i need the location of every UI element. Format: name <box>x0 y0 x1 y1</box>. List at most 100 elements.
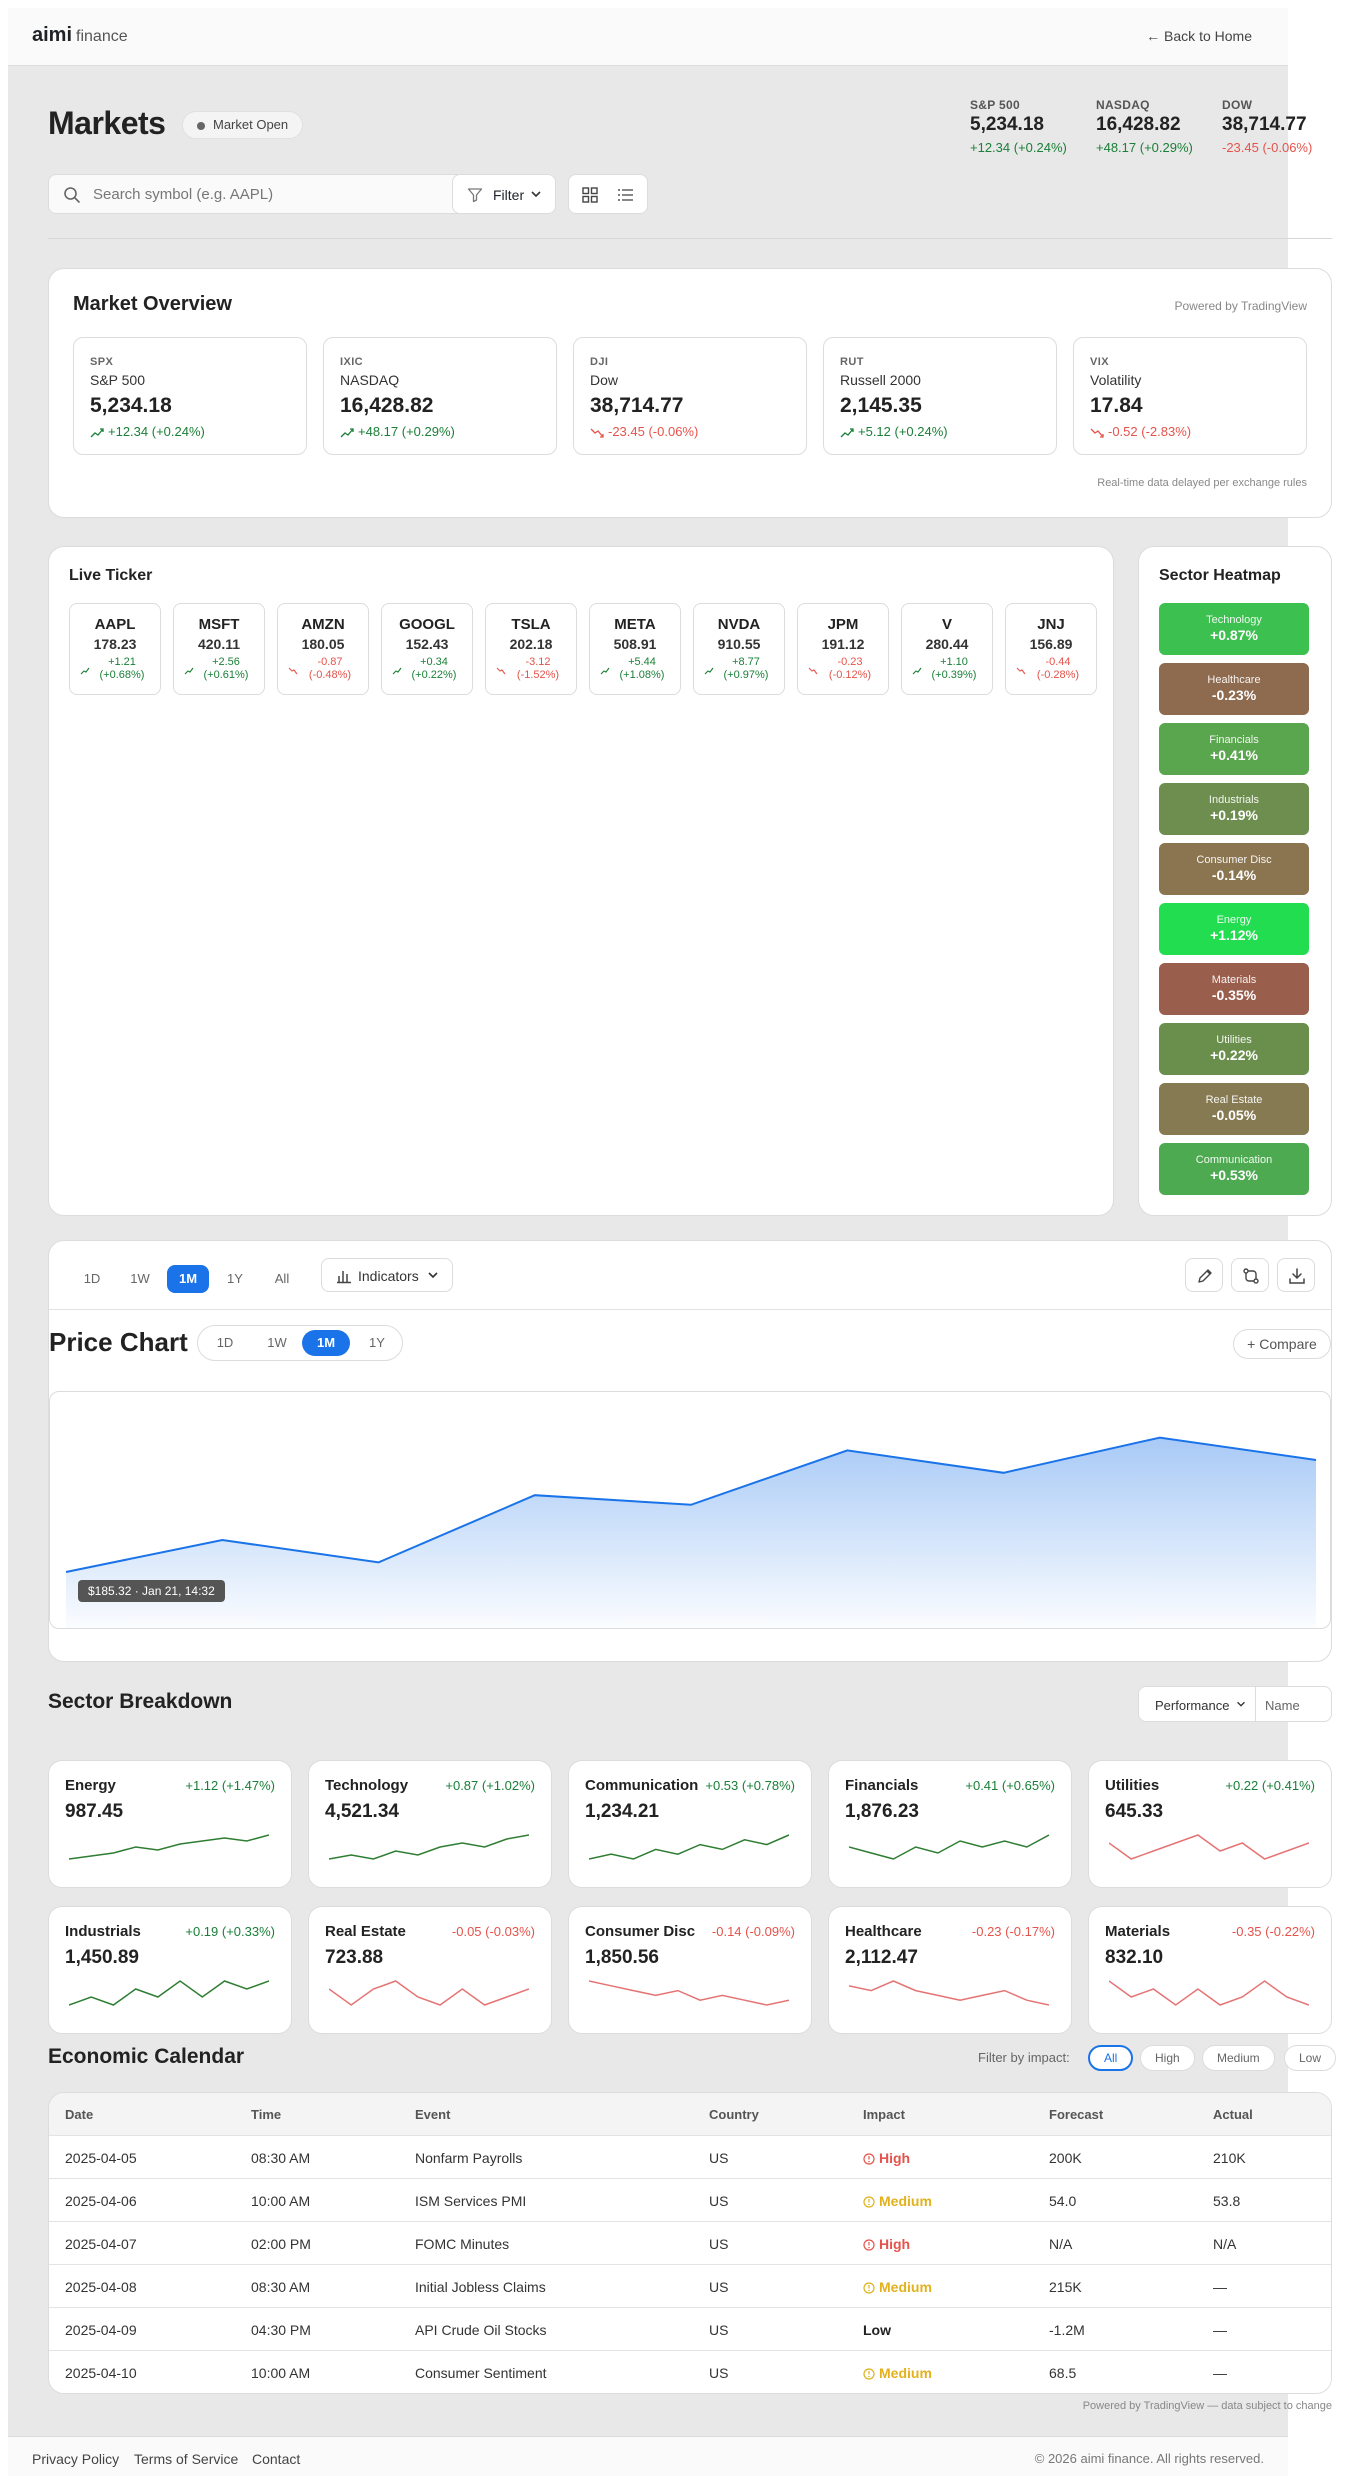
sector-card[interactable]: Utilities +0.22 (+0.41%) 645.33 <box>1088 1760 1332 1888</box>
ticker-tile[interactable]: JPM 191.12 -0.23 (-0.12%) <box>797 603 889 695</box>
index-card[interactable]: VIX Volatility 17.84 -0.52 (-2.83%) <box>1073 337 1307 455</box>
sector-card[interactable]: Healthcare -0.23 (-0.17%) 2,112.47 <box>828 1906 1072 2034</box>
ticker-tile[interactable]: AMZN 180.05 -0.87 (-0.48%) <box>277 603 369 695</box>
terms-of-service-link[interactable]: Terms of Service <box>134 2451 238 2467</box>
impact-filter-high[interactable]: High <box>1140 2045 1195 2071</box>
range-button-1d[interactable]: 1D <box>73 1265 111 1293</box>
chart-range-1m[interactable]: 1M <box>302 1330 350 1356</box>
index-symbol: VIX <box>1090 356 1109 368</box>
ticker-symbol: MSFT <box>198 616 240 633</box>
heatmap-cell[interactable]: Industrials +0.19% <box>1159 783 1309 835</box>
draw-tool-button[interactable] <box>1185 1258 1223 1292</box>
heatmap-cell[interactable]: Healthcare -0.23% <box>1159 663 1309 715</box>
index-summary: NASDAQ 16,428.82 +48.17 (+0.29%) <box>1096 98 1193 155</box>
table-row[interactable]: 2025-04-08 08:30 AM Initial Jobless Claims… <box>49 2265 1331 2308</box>
range-button-1m[interactable]: 1M <box>167 1265 209 1293</box>
indicators-button[interactable]: Indicators <box>321 1258 453 1292</box>
index-card[interactable]: DJI Dow 38,714.77 -23.45 (-0.06%) <box>573 337 807 455</box>
grid-view-icon[interactable] <box>581 186 599 204</box>
sort-selector[interactable]: Performance Name <box>1138 1686 1332 1722</box>
index-card[interactable]: RUT Russell 2000 2,145.35 +5.12 (+0.24%) <box>823 337 1057 455</box>
sort-performance-option[interactable]: Performance <box>1155 1698 1229 1713</box>
chart-range-1d[interactable]: 1D <box>202 1330 248 1356</box>
ticker-tile[interactable]: TSLA 202.18 -3.12 (-1.52%) <box>485 603 577 695</box>
index-change-text: +48.17 (+0.29%) <box>358 424 455 439</box>
list-view-icon[interactable] <box>617 186 635 204</box>
index-name: DOW <box>1222 98 1253 112</box>
heatmap-cell[interactable]: Real Estate -0.05% <box>1159 1083 1309 1135</box>
range-button-1w[interactable]: 1W <box>121 1265 159 1293</box>
sector-card[interactable]: Real Estate -0.05 (-0.03%) 723.88 <box>308 1906 552 2034</box>
index-value: 5,234.18 <box>970 114 1044 135</box>
sector-card[interactable]: Materials -0.35 (-0.22%) 832.10 <box>1088 1906 1332 2034</box>
sector-card[interactable]: Communication +0.53 (+0.78%) 1,234.21 <box>568 1760 812 1888</box>
chevron-down-icon <box>1237 1701 1245 1707</box>
ticker-tile[interactable]: AAPL 178.23 +1.21 (+0.68%) <box>69 603 161 695</box>
heatmap-sector-value: -0.05% <box>1211 1107 1257 1123</box>
ticker-tile[interactable]: NVDA 910.55 +8.77 (+0.97%) <box>693 603 785 695</box>
impact-cell: Medium <box>863 2279 932 2295</box>
heatmap-cell[interactable]: Consumer Disc -0.14% <box>1159 843 1309 895</box>
compare-button[interactable]: + Compare <box>1233 1329 1331 1359</box>
ticker-tile[interactable]: GOOGL 152.43 +0.34 (+0.22%) <box>381 603 473 695</box>
sector-card[interactable]: Energy +1.12 (+1.47%) 987.45 <box>48 1760 292 1888</box>
ticker-tile[interactable]: MSFT 420.11 +2.56 (+0.61%) <box>173 603 265 695</box>
contact-link[interactable]: Contact <box>252 2451 300 2467</box>
table-row[interactable]: 2025-04-09 04:30 PM API Crude Oil Stocks US… <box>49 2308 1331 2351</box>
heatmap-cell[interactable]: Communication +0.53% <box>1159 1143 1309 1195</box>
privacy-policy-link[interactable]: Privacy Policy <box>32 2451 119 2467</box>
range-button-all[interactable]: All <box>263 1265 301 1293</box>
table-row[interactable]: 2025-04-05 08:30 AM Nonfarm Payrolls US High… <box>49 2136 1331 2179</box>
pen-icon <box>1198 1269 1212 1283</box>
sparkline-path <box>589 1834 789 1860</box>
range-button-1y[interactable]: 1Y <box>217 1265 253 1293</box>
index-name: NASDAQ <box>1096 98 1150 112</box>
index-card[interactable]: SPX S&P 500 5,234.18 +12.34 (+0.24%) <box>73 337 307 455</box>
chart-range-group: 1D 1W 1M 1Y <box>197 1325 403 1361</box>
ticker-tile[interactable]: JNJ 156.89 -0.44 (-0.28%) <box>1005 603 1097 695</box>
index-name: NASDAQ <box>340 372 400 388</box>
index-price: 5,234.18 <box>90 394 172 417</box>
ticker-tile[interactable]: META 508.91 +5.44 (+1.08%) <box>589 603 681 695</box>
sort-name-option[interactable]: Name <box>1265 1698 1300 1713</box>
cell-forecast: 215K <box>1049 2279 1082 2295</box>
compare-tool-button[interactable] <box>1231 1258 1269 1292</box>
index-change: -23.45 (-0.06%) <box>590 424 698 439</box>
impact-filter-medium[interactable]: Medium <box>1202 2045 1275 2071</box>
heatmap-cell[interactable]: Materials -0.35% <box>1159 963 1309 1015</box>
sector-card[interactable]: Consumer Disc -0.14 (-0.09%) 1,850.56 <box>568 1906 812 2034</box>
price-chart[interactable]: $185.32 · Jan 21, 14:32 <box>49 1391 1331 1629</box>
sector-name: Consumer Disc <box>585 1923 696 1940</box>
sector-sparkline <box>589 1980 789 2006</box>
heatmap-cell[interactable]: Energy +1.12% <box>1159 903 1309 955</box>
sector-card[interactable]: Industrials +0.19 (+0.33%) 1,450.89 <box>48 1906 292 2034</box>
ticker-change-percent: (-0.28%) <box>1036 669 1080 681</box>
impact-filter-all[interactable]: All <box>1088 2045 1134 2071</box>
sector-card[interactable]: Technology +0.87 (+1.02%) 4,521.34 <box>308 1760 552 1888</box>
search-input[interactable]: Search symbol (e.g. AAPL) <box>48 174 492 214</box>
sector-card[interactable]: Financials +0.41 (+0.65%) 1,876.23 <box>828 1760 1072 1888</box>
heatmap-sector-name: Real Estate <box>1205 1094 1263 1106</box>
table-row[interactable]: 2025-04-07 02:00 PM FOMC Minutes US High N/A N… <box>49 2222 1331 2265</box>
heatmap-cell[interactable]: Technology +0.87% <box>1159 603 1309 655</box>
index-name: Dow <box>590 372 619 388</box>
filter-button[interactable]: Filter <box>452 174 556 214</box>
index-card[interactable]: IXIC NASDAQ 16,428.82 +48.17 (+0.29%) <box>323 337 557 455</box>
heatmap-cell[interactable]: Utilities +0.22% <box>1159 1023 1309 1075</box>
chart-range-1y[interactable]: 1Y <box>354 1330 400 1356</box>
table-row[interactable]: 2025-04-10 10:00 AM Consumer Sentiment US Me… <box>49 2351 1331 2393</box>
ticker-change-percent: (+1.08%) <box>619 669 665 681</box>
download-button[interactable] <box>1277 1258 1315 1292</box>
bar-chart-icon <box>337 1271 351 1284</box>
market-overview-title: Market Overview <box>73 293 232 315</box>
ticker-symbol: TSLA <box>511 616 551 633</box>
chevron-down-icon <box>428 1272 438 1279</box>
impact-filter-low[interactable]: Low <box>1284 2045 1337 2071</box>
swap-icon <box>1243 1268 1259 1284</box>
heatmap-cell[interactable]: Financials +0.41% <box>1159 723 1309 775</box>
ticker-price: 202.18 <box>509 636 553 652</box>
ticker-tile[interactable]: V 280.44 +1.10 (+0.39%) <box>901 603 993 695</box>
chart-range-1w[interactable]: 1W <box>254 1330 300 1356</box>
cell-forecast: N/A <box>1049 2236 1073 2252</box>
table-row[interactable]: 2025-04-06 10:00 AM ISM Services PMI US Medi… <box>49 2179 1331 2222</box>
